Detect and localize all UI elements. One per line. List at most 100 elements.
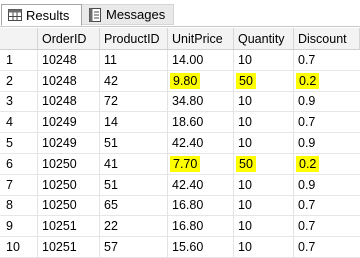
productid-cell[interactable]: 11: [100, 50, 168, 70]
unitprice-cell[interactable]: 34.80: [168, 91, 234, 112]
discount-cell-text: 0.9: [298, 136, 316, 151]
table-row[interactable]: 9 10251 22 16.80 10 0.7: [0, 216, 360, 238]
quantity-cell[interactable]: 50: [234, 153, 294, 174]
results-grid[interactable]: OrderID ProductID UnitPrice Quantity Dis…: [0, 28, 360, 258]
discount-cell[interactable]: 0.7: [294, 112, 360, 132]
orderid-cell[interactable]: 10250: [38, 195, 100, 216]
quantity-cell[interactable]: 10: [234, 50, 294, 70]
quantity-cell-text: 10: [238, 219, 252, 234]
orderid-cell[interactable]: 10248: [38, 70, 100, 91]
unitprice-cell-text: 18.60: [172, 115, 204, 130]
discount-cell-text: 0.9: [298, 177, 316, 192]
quantity-cell-text: 10: [238, 115, 252, 130]
unitprice-cell[interactable]: 42.40: [168, 133, 234, 153]
orderid-cell[interactable]: 10250: [38, 174, 100, 195]
column-header-productid[interactable]: ProductID: [100, 28, 168, 49]
quantity-cell[interactable]: 10: [234, 133, 294, 153]
productid-cell[interactable]: 14: [100, 112, 168, 133]
unitprice-cell-text: 42.40: [172, 136, 204, 151]
productid-cell-text: 22: [104, 219, 118, 234]
unitprice-cell-text: 14.00: [172, 52, 204, 67]
table-row[interactable]: 8 10250 65 16.80 10 0.7: [0, 195, 360, 217]
orderid-cell[interactable]: 10251: [38, 237, 100, 257]
productid-cell[interactable]: 65: [100, 195, 168, 216]
discount-cell[interactable]: 0.7: [294, 237, 360, 257]
unitprice-cell[interactable]: 14.00: [168, 50, 234, 70]
messages-icon: [88, 7, 102, 22]
table-row[interactable]: 7 10250 51 42.40 10 0.9: [0, 174, 360, 196]
productid-cell[interactable]: 42: [100, 70, 168, 91]
orderid-cell[interactable]: 10248: [38, 50, 100, 70]
unitprice-cell[interactable]: 15.60: [168, 237, 234, 257]
table-row[interactable]: 2 10248 42 9.80 50 0.2: [0, 70, 360, 92]
discount-cell[interactable]: 0.9: [294, 92, 360, 112]
orderid-cell[interactable]: 10250: [38, 153, 100, 174]
row-number-cell[interactable]: 4: [0, 112, 38, 133]
row-number-cell[interactable]: 9: [0, 216, 38, 237]
discount-cell[interactable]: 0.7: [294, 50, 360, 70]
unitprice-cell[interactable]: 16.80: [168, 195, 234, 216]
productid-cell[interactable]: 22: [100, 216, 168, 237]
unitprice-cell[interactable]: 9.80: [168, 70, 234, 91]
discount-cell[interactable]: 0.7: [294, 216, 360, 236]
discount-cell-text: 0.7: [298, 115, 316, 130]
orderid-cell[interactable]: 10249: [38, 133, 100, 153]
table-row[interactable]: 6 10250 41 7.70 50 0.2: [0, 153, 360, 175]
quantity-cell-text: 10: [238, 94, 252, 109]
productid-cell-text: 41: [104, 156, 118, 171]
row-number-cell[interactable]: 2: [0, 70, 38, 91]
productid-cell[interactable]: 41: [100, 153, 168, 174]
productid-cell[interactable]: 51: [100, 174, 168, 195]
quantity-cell-text: 10: [238, 52, 252, 67]
column-header-discount[interactable]: Discount: [294, 28, 360, 49]
productid-cell[interactable]: 51: [100, 133, 168, 153]
quantity-cell[interactable]: 10: [234, 91, 294, 112]
unitprice-cell[interactable]: 18.60: [168, 112, 234, 133]
quantity-cell[interactable]: 10: [234, 195, 294, 216]
discount-cell[interactable]: 0.2: [294, 154, 360, 174]
row-number-cell[interactable]: 7: [0, 174, 38, 195]
discount-cell[interactable]: 0.2: [294, 71, 360, 91]
orderid-cell-text: 10249: [42, 115, 77, 130]
row-number-cell[interactable]: 1: [0, 50, 38, 70]
quantity-cell[interactable]: 10: [234, 237, 294, 257]
unitprice-cell[interactable]: 16.80: [168, 216, 234, 237]
productid-cell[interactable]: 72: [100, 91, 168, 112]
orderid-cell[interactable]: 10251: [38, 216, 100, 237]
orderid-cell[interactable]: 10249: [38, 112, 100, 133]
tab-messages[interactable]: Messages: [82, 4, 174, 25]
unitprice-cell[interactable]: 7.70: [168, 153, 234, 174]
table-row[interactable]: 4 10249 14 18.60 10 0.7: [0, 112, 360, 134]
column-header-quantity[interactable]: Quantity: [234, 28, 294, 49]
table-row[interactable]: 1 10248 11 14.00 10 0.7: [0, 50, 360, 71]
orderid-cell-text: 10250: [42, 177, 77, 192]
row-number-cell[interactable]: 6: [0, 153, 38, 174]
discount-cell[interactable]: 0.7: [294, 196, 360, 216]
row-number-header[interactable]: [0, 28, 38, 49]
row-number-cell[interactable]: 3: [0, 91, 38, 112]
quantity-cell[interactable]: 50: [234, 70, 294, 91]
column-header-unitprice[interactable]: UnitPrice: [168, 28, 234, 49]
tab-results[interactable]: Results: [1, 4, 82, 26]
column-header-orderid[interactable]: OrderID: [38, 28, 100, 49]
grid-icon: [8, 8, 22, 22]
table-row[interactable]: 5 10249 51 42.40 10 0.9: [0, 133, 360, 154]
row-number-cell[interactable]: 10: [0, 237, 38, 257]
discount-cell-text: 0.7: [298, 240, 316, 255]
row-number-cell-text: 3: [6, 94, 13, 109]
row-number-cell[interactable]: 8: [0, 195, 38, 216]
productid-cell[interactable]: 57: [100, 237, 168, 257]
table-row[interactable]: 3 10248 72 34.80 10 0.9: [0, 91, 360, 113]
unitprice-cell[interactable]: 42.40: [168, 174, 234, 195]
table-row[interactable]: 10 10251 57 15.60 10 0.7: [0, 237, 360, 258]
quantity-cell[interactable]: 10: [234, 216, 294, 237]
row-number-cell[interactable]: 5: [0, 133, 38, 153]
quantity-cell[interactable]: 10: [234, 112, 294, 133]
quantity-cell[interactable]: 10: [234, 174, 294, 195]
discount-cell-text: 0.2: [296, 155, 320, 172]
discount-cell[interactable]: 0.9: [294, 133, 360, 153]
discount-cell[interactable]: 0.9: [294, 175, 360, 195]
unitprice-cell-text: 42.40: [172, 177, 204, 192]
orderid-cell[interactable]: 10248: [38, 91, 100, 112]
tab-results-label: Results: [26, 7, 70, 23]
